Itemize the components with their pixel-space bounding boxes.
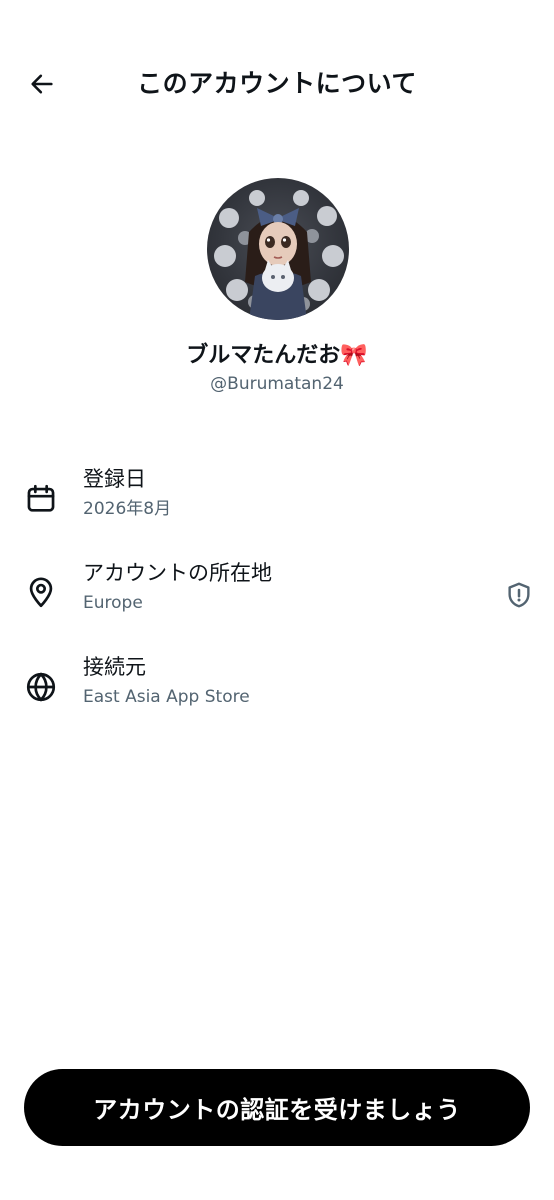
location-value: Europe xyxy=(83,593,143,613)
joined-value: 2026年8月 xyxy=(83,499,172,519)
avatar-illustration xyxy=(214,190,344,320)
get-verified-button[interactable]: アカウントの認証を受けましょう xyxy=(24,1069,530,1146)
display-name: ブルマたんだお🎀 xyxy=(186,343,368,368)
calendar-icon xyxy=(27,484,55,512)
page-title: このアカウントについて xyxy=(137,69,417,98)
connected-via-label: 接続元 xyxy=(83,655,146,679)
connected-via-value: East Asia App Store xyxy=(83,687,250,707)
avatar[interactable] xyxy=(207,178,349,320)
info-row-connected-via: 接続元 East Asia App Store xyxy=(0,652,554,732)
app-header: このアカウントについて xyxy=(0,0,554,165)
shield-alert-icon[interactable] xyxy=(504,580,534,610)
location-pin-icon xyxy=(29,577,53,608)
username-handle: @Burumatan24 xyxy=(210,374,344,394)
info-row-location: アカウントの所在地 Europe xyxy=(0,558,554,638)
globe-icon xyxy=(26,672,56,702)
location-label: アカウントの所在地 xyxy=(83,561,272,585)
joined-label: 登録日 xyxy=(83,467,146,491)
info-row-joined: 登録日 2026年8月 xyxy=(0,464,554,544)
